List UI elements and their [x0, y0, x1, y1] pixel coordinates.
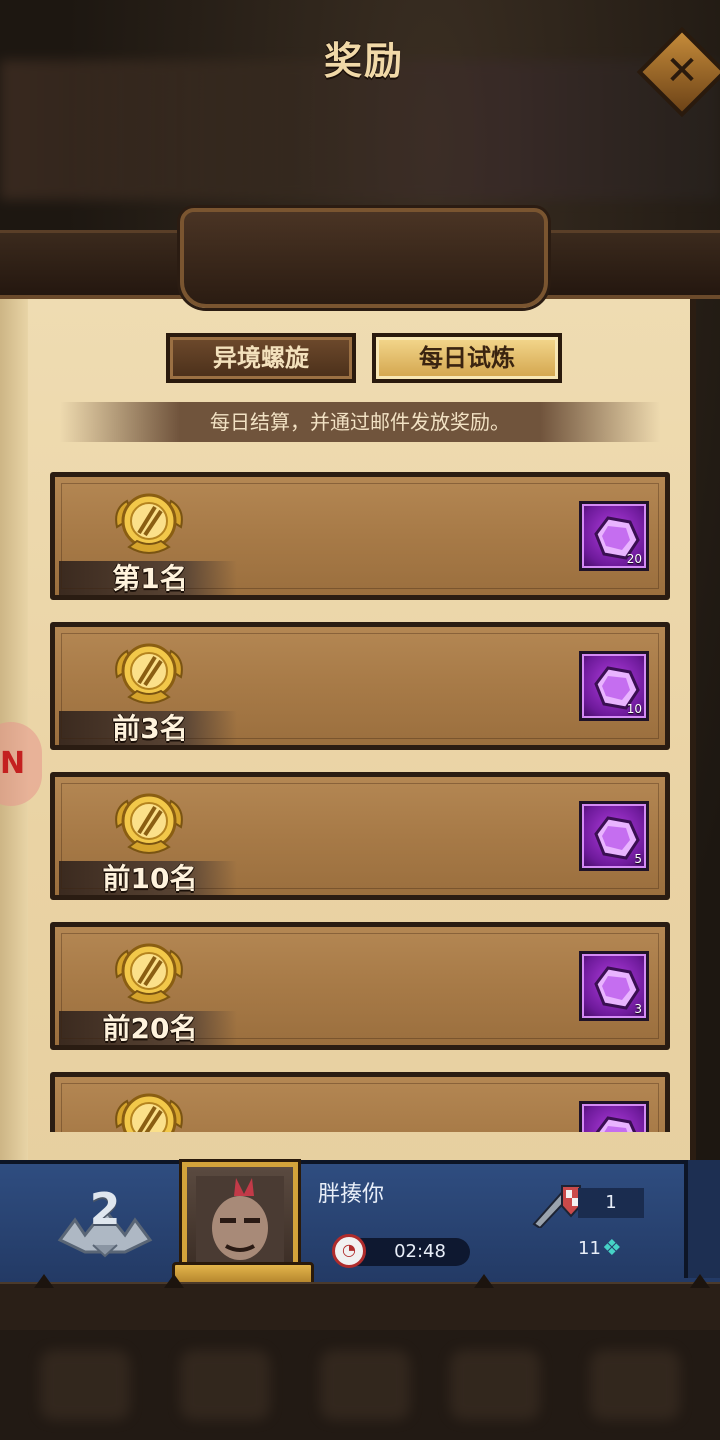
reward-row: 前3名 10: [50, 622, 670, 750]
reward-row: 第1名 20: [50, 472, 670, 600]
bottom-border: [0, 1274, 720, 1330]
footer-edge: [684, 1160, 720, 1278]
header-plate: [180, 208, 548, 308]
purple-gem-icon: [594, 966, 640, 1010]
gold-medal-icon: [115, 943, 183, 1004]
rank-label: 前10名: [102, 862, 198, 895]
blurred-bottom-nav: [0, 1330, 720, 1440]
reward-item-slot[interactable]: 3: [579, 951, 649, 1021]
rank-label: 前3名: [112, 712, 188, 745]
gold-medal-icon: [115, 643, 183, 704]
purple-gem-icon: [594, 816, 640, 860]
purple-gem-icon: [595, 1116, 637, 1132]
reward-row: [50, 1072, 670, 1132]
reward-item-slot[interactable]: 20: [579, 501, 649, 571]
purple-gem-icon: [594, 516, 640, 560]
close-icon: ✕: [665, 48, 699, 94]
power-value: 1: [578, 1188, 644, 1218]
panel-header: [0, 200, 720, 310]
gold-medal-icon: [115, 493, 183, 554]
reward-item-slot[interactable]: [579, 1101, 649, 1132]
reward-row: 前10名 5: [50, 772, 670, 900]
reward-count: 10: [626, 702, 642, 716]
reward-count: 5: [634, 852, 642, 866]
side-event-icon: N: [0, 746, 26, 781]
rank-label: 前20名: [102, 1012, 198, 1045]
reward-list[interactable]: 第1名 20 前3名 10 前10名 5 前20名 3: [50, 472, 670, 1132]
rank-label: 第1名: [112, 562, 188, 595]
settlement-notice: 每日结算，并通过邮件发放奖励。: [60, 402, 660, 442]
clock-icon: ◔: [332, 1234, 366, 1268]
coin-value: 11: [578, 1238, 601, 1259]
reward-row: 前20名 3: [50, 922, 670, 1050]
gold-medal-icon: [115, 1093, 183, 1132]
purple-gem-icon: [594, 666, 640, 710]
reward-count: 3: [634, 1002, 642, 1016]
panel-title: 奖励: [323, 39, 404, 83]
teal-coin-icon: ❖: [602, 1236, 622, 1261]
player-rank-number: 2: [89, 1184, 121, 1235]
player-name: 胖揍你: [318, 1182, 385, 1207]
gold-medal-icon: [115, 793, 183, 854]
reward-count: 20: [626, 552, 642, 566]
tab-spiral[interactable]: 异境螺旋: [166, 333, 356, 383]
avatar-portrait: [196, 1176, 284, 1268]
reward-item-slot[interactable]: 5: [579, 801, 649, 871]
tab-daily-trial[interactable]: 每日试炼: [372, 333, 562, 383]
reward-item-slot[interactable]: 10: [579, 651, 649, 721]
